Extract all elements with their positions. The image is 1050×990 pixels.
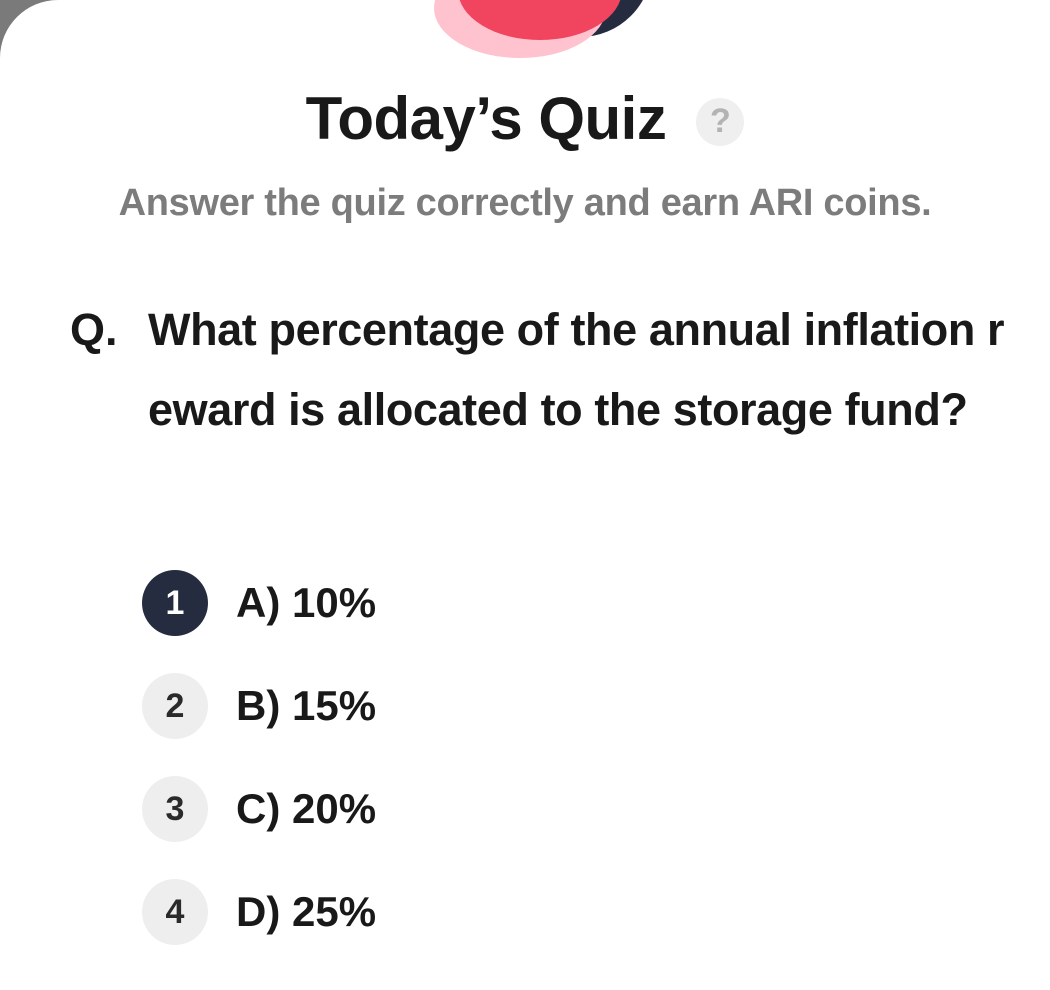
- page-subtitle: Answer the quiz correctly and earn ARI c…: [118, 182, 932, 224]
- option-label: B) 15%: [236, 682, 377, 729]
- option-label: D) 25%: [236, 888, 377, 935]
- question-text: What percentage of the annual inflation …: [148, 304, 1005, 435]
- answer-option-4[interactable]: 4 D) 25%: [142, 879, 1002, 945]
- quiz-card: Today’s Quiz ? Answer the quiz correctly…: [0, 0, 1050, 990]
- answer-option-3[interactable]: 3 C) 20%: [142, 776, 1002, 842]
- option-number-badge: 2: [142, 673, 208, 739]
- option-number-badge: 3: [142, 776, 208, 842]
- screen: Today’s Quiz ? Answer the quiz correctly…: [0, 0, 1050, 990]
- option-label: A) 10%: [236, 579, 377, 626]
- option-number-badge: 1: [142, 570, 208, 636]
- option-number-badge: 4: [142, 879, 208, 945]
- answer-options: 1 A) 10% 2 B) 15% 3 C) 20% 4 D) 25%: [142, 570, 1002, 982]
- question-prefix: Q.: [70, 304, 118, 355]
- help-icon[interactable]: ?: [696, 97, 745, 146]
- question: Q. What percentage of the annual inflati…: [70, 290, 1030, 450]
- page-title: Today’s Quiz: [305, 85, 667, 152]
- option-label: C) 20%: [236, 785, 377, 832]
- answer-option-2[interactable]: 2 B) 15%: [142, 673, 1002, 739]
- title-row: Today’s Quiz ?: [0, 84, 1050, 153]
- quiz-illustration: [434, 0, 643, 58]
- answer-option-1[interactable]: 1 A) 10%: [142, 570, 1002, 636]
